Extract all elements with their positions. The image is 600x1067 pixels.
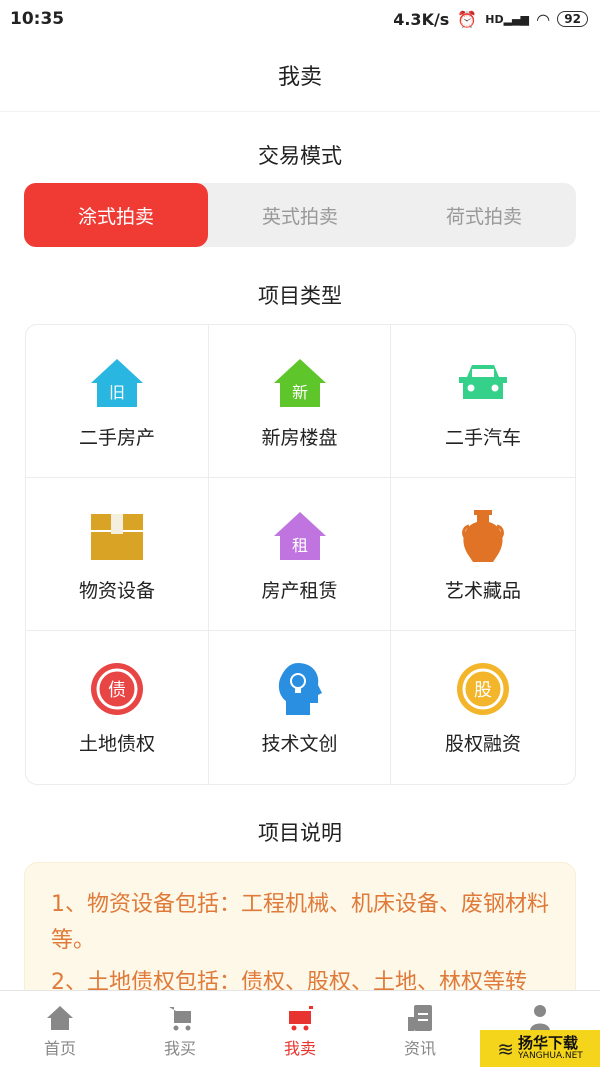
alarm-icon: ⏰ — [457, 9, 478, 29]
watermark-logo: ≋ 扬华下载 YANGHUA.NET — [480, 1030, 600, 1067]
type-house-rental[interactable]: 租 房产租赁 — [209, 478, 391, 631]
page-title: 我卖 — [0, 38, 600, 112]
box-icon — [91, 514, 143, 560]
signal-icon: HD▂▄▆ — [485, 12, 529, 26]
mode-selector: 涂式拍卖 英式拍卖 荷式拍卖 — [24, 183, 576, 247]
svg-text:租: 租 — [291, 536, 307, 555]
type-new-house[interactable]: 新 新房楼盘 — [209, 325, 391, 478]
house-rent-icon: 租 — [273, 512, 326, 560]
type-art-collection[interactable]: 艺术藏品 — [391, 478, 575, 631]
user-icon — [530, 1005, 550, 1031]
equity-coin-icon: 股 — [457, 663, 509, 715]
net-speed: 4.3K/s — [393, 9, 450, 29]
tab-buy[interactable]: 我买 — [120, 991, 240, 1067]
tab-home[interactable]: 首页 — [0, 991, 120, 1067]
tab-sell[interactable]: 我卖 — [240, 991, 360, 1067]
type-second-hand-house[interactable]: 旧 二手房产 — [26, 325, 209, 478]
types-title: 项目类型 — [258, 284, 342, 308]
mode-title: 交易模式 — [258, 144, 342, 168]
svg-text:旧: 旧 — [109, 383, 125, 402]
cart-icon — [169, 1007, 191, 1031]
notes-title: 项目说明 — [258, 821, 342, 845]
tab-news[interactable]: 资讯 — [360, 991, 480, 1067]
status-bar: 10:35 4.3K/s ⏰ HD▂▄▆ ◠ 92 — [0, 0, 600, 38]
type-land-debt[interactable]: 债 土地债权 — [26, 631, 209, 784]
cart-sell-icon — [289, 1006, 313, 1031]
type-used-car[interactable]: 二手汽车 — [391, 325, 575, 478]
project-type-grid: 旧 二手房产 新 新房楼盘 二手汽车 物资设备 租 房产租赁 艺术藏品 债 土地… — [25, 324, 576, 785]
svg-text:股: 股 — [474, 680, 492, 701]
news-icon — [408, 1005, 432, 1031]
house-new-icon: 新 — [273, 359, 326, 407]
mode-holland-auction[interactable]: 荷式拍卖 — [392, 183, 576, 247]
debt-coin-icon: 债 — [91, 663, 143, 715]
type-equity-financing[interactable]: 股 股权融资 — [391, 631, 575, 784]
note-item: 1、物资设备包括：工程机械、机床设备、废钢材料等。 — [51, 892, 549, 953]
vase-icon — [462, 510, 504, 562]
svg-text:新: 新 — [291, 383, 307, 402]
battery-icon: 92 — [557, 11, 588, 27]
type-tech-creative[interactable]: 技术文创 — [209, 631, 391, 784]
svg-text:债: 债 — [108, 680, 126, 701]
mode-dutch-auction[interactable]: 涂式拍卖 — [24, 183, 208, 247]
type-equipment[interactable]: 物资设备 — [26, 478, 209, 631]
mode-english-auction[interactable]: 英式拍卖 — [208, 183, 392, 247]
wifi-icon: ◠ — [536, 9, 550, 29]
home-icon — [47, 1006, 73, 1030]
clock: 10:35 — [10, 9, 65, 29]
house-old-icon: 旧 — [91, 359, 143, 407]
idea-head-icon — [278, 663, 322, 715]
car-icon — [459, 365, 507, 399]
